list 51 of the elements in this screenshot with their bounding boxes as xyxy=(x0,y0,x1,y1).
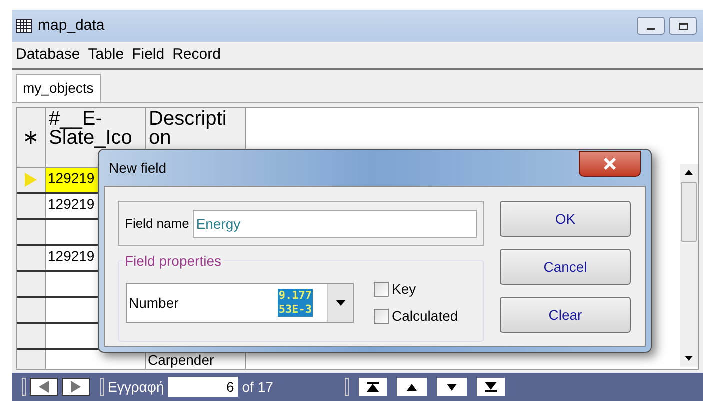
close-icon xyxy=(603,158,617,170)
up-triangle-icon xyxy=(407,384,418,390)
current-row-icon xyxy=(25,173,37,187)
close-button[interactable] xyxy=(579,151,641,177)
maximize-button[interactable] xyxy=(669,17,697,35)
checkbox[interactable] xyxy=(374,309,389,324)
window-title: map_data xyxy=(38,16,105,36)
menu-item[interactable]: Database xyxy=(16,44,80,66)
table-icon xyxy=(16,19,32,33)
row-header[interactable] xyxy=(17,194,46,218)
scrollbar[interactable] xyxy=(680,164,698,367)
row-header[interactable] xyxy=(17,272,46,296)
field-name-input[interactable]: Energy xyxy=(193,210,477,238)
record-count: of 17 xyxy=(242,378,274,396)
down-triangle-icon xyxy=(447,384,458,390)
last-record-icon xyxy=(485,382,498,392)
dialog-button[interactable]: OK xyxy=(500,201,631,237)
menu-item[interactable]: Record xyxy=(172,44,221,66)
record-field[interactable]: 6 xyxy=(168,377,238,397)
first-record-button[interactable] xyxy=(359,378,388,396)
scroll-down-icon xyxy=(684,354,694,363)
checkbox[interactable] xyxy=(374,282,389,297)
tab[interactable]: my_objects xyxy=(16,74,101,102)
row-header[interactable] xyxy=(17,324,46,348)
type-value: Number xyxy=(128,294,180,312)
record-label: Εγγραφή xyxy=(108,378,164,397)
row-header[interactable] xyxy=(17,350,46,369)
checkbox-label: Calculated xyxy=(392,307,458,326)
last-record-button[interactable] xyxy=(477,378,506,396)
right-arrow-icon xyxy=(71,381,81,393)
minimize-button[interactable] xyxy=(637,17,665,35)
checkbox-label: Key xyxy=(392,280,416,299)
dialog-button[interactable]: Cancel xyxy=(500,249,631,285)
corner-header: ∗ xyxy=(17,108,46,167)
row-header[interactable] xyxy=(17,220,46,244)
type-dropdown[interactable]: Number 9.177 53E-3 xyxy=(126,283,354,323)
next-button[interactable] xyxy=(62,378,90,396)
dropdown-caret-icon xyxy=(336,300,346,306)
menu-item[interactable]: Field xyxy=(132,44,165,66)
up-button[interactable] xyxy=(397,378,428,396)
selected-text: 9.177 53E-3 xyxy=(276,289,313,317)
row-header[interactable] xyxy=(17,246,46,270)
scroll-up-icon xyxy=(684,168,694,176)
dialog-button[interactable]: Clear xyxy=(500,297,631,333)
first-record-icon xyxy=(367,382,380,392)
menu-item[interactable]: Table xyxy=(88,44,124,66)
previous-button[interactable] xyxy=(30,378,58,396)
left-arrow-icon xyxy=(39,381,49,393)
row-header[interactable] xyxy=(17,168,46,192)
down-button[interactable] xyxy=(437,378,468,396)
row-header[interactable] xyxy=(17,298,46,322)
